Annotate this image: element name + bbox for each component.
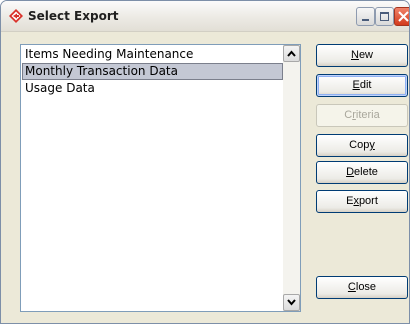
delete-button-label-post: elete <box>354 166 378 178</box>
export-button[interactable]: Export <box>316 190 408 213</box>
list-scrollbar[interactable] <box>283 45 300 311</box>
close-button[interactable]: Close <box>316 276 408 299</box>
close-icon <box>398 11 409 22</box>
edit-button-label-post: dit <box>359 79 372 91</box>
copy-button[interactable]: Copy <box>316 134 408 157</box>
copy-button-label-pre: Cop <box>349 139 370 151</box>
close-button-label-post: lose <box>355 281 377 293</box>
export-button-label-post: port <box>358 195 378 207</box>
minimize-button[interactable] <box>356 7 375 26</box>
edit-button[interactable]: Edit <box>316 74 408 97</box>
list-item-selected[interactable]: Monthly Transaction Data <box>22 63 283 80</box>
chevron-up-icon <box>287 50 296 57</box>
list-item[interactable]: Items Needing Maintenance <box>22 46 283 63</box>
new-button-label-post: ew <box>358 49 373 61</box>
edit-button-hotkey: E <box>352 79 360 91</box>
scroll-up-button[interactable] <box>283 45 300 62</box>
exports-list-items: Items Needing Maintenance Monthly Transa… <box>22 46 283 97</box>
criteria-button-label-post: iteria <box>355 109 380 121</box>
new-button[interactable]: New <box>316 44 408 67</box>
exports-list[interactable]: Items Needing Maintenance Monthly Transa… <box>20 44 301 312</box>
close-button-hotkey: C <box>347 281 356 293</box>
title-bar[interactable]: Select Export <box>1 1 409 32</box>
list-item[interactable]: Usage Data <box>22 80 283 97</box>
chevron-down-icon <box>287 299 296 306</box>
maximize-button[interactable] <box>375 7 394 26</box>
delete-button[interactable]: Delete <box>316 161 408 184</box>
select-export-window: Select Export Items Needing Maintenance … <box>0 0 410 324</box>
close-window-button[interactable] <box>394 7 409 26</box>
diamond-arrow-icon <box>9 9 23 23</box>
delete-button-hotkey: D <box>346 166 355 178</box>
scroll-down-button[interactable] <box>283 294 300 311</box>
window-title: Select Export <box>28 9 119 23</box>
copy-button-hotkey: y <box>369 139 375 151</box>
new-button-hotkey: N <box>350 49 359 61</box>
criteria-button[interactable]: Criteria <box>316 104 408 127</box>
